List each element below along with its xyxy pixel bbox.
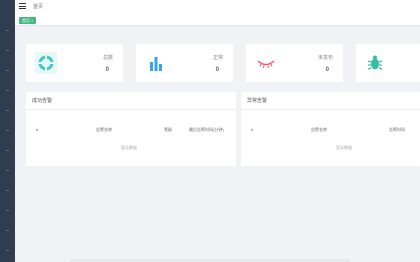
sidebar-item[interactable] — [6, 110, 9, 111]
tags-view: 首页 × — [15, 14, 420, 26]
column-last-alarm-time: 最后告警时间(分钟) — [189, 127, 224, 132]
stat-card-normal[interactable]: 正常 0 — [136, 44, 233, 82]
stat-label: 未发布 — [317, 55, 333, 61]
sidebar-item[interactable] — [6, 230, 9, 231]
stat-card-bugs[interactable] — [356, 44, 420, 82]
breadcrumb[interactable]: 首页 — [33, 3, 43, 10]
bug-icon — [367, 55, 383, 70]
stat-label: 正常 — [212, 55, 223, 61]
stat-label: 总数 — [102, 55, 113, 61]
column-level: 等级 — [164, 127, 172, 132]
stat-value: 0 — [215, 67, 219, 73]
sidebar-item[interactable] — [6, 190, 9, 191]
sidebar-item[interactable] — [6, 210, 9, 211]
bar-chart-icon — [150, 57, 162, 71]
column-index: # — [251, 127, 254, 132]
sidebar-item[interactable] — [6, 250, 9, 251]
sidebar-item[interactable] — [6, 70, 9, 71]
tag-home[interactable]: 首页 × — [19, 17, 37, 24]
stat-value: 0 — [325, 67, 329, 73]
empty-text: 暂无数据 — [121, 145, 137, 150]
eye-closed-icon — [257, 60, 275, 69]
hamburger-icon[interactable] — [19, 3, 26, 9]
sidebar — [0, 0, 15, 262]
sidebar-item[interactable] — [6, 90, 9, 91]
panel-title: 成功告警 — [26, 92, 236, 110]
navbar: 首页 — [15, 0, 420, 14]
column-alarm-time: 告警时间 — [389, 127, 405, 132]
stat-value: 0 — [105, 67, 109, 73]
column-alarm-name: 告警名称 — [96, 127, 112, 132]
sidebar-item[interactable] — [6, 30, 9, 31]
pinwheel-icon — [35, 52, 57, 74]
empty-text: 暂无数据 — [336, 145, 352, 150]
stat-card-total[interactable]: 总数 0 — [26, 44, 123, 82]
panel-title: 异常告警 — [241, 92, 420, 110]
sidebar-item[interactable] — [6, 150, 9, 151]
column-alarm-name: 告警名称 — [311, 127, 327, 132]
stat-card-unpublished[interactable]: 未发布 0 — [246, 44, 343, 82]
sidebar-item[interactable] — [6, 130, 9, 131]
sidebar-item[interactable] — [6, 170, 9, 171]
sidebar-item[interactable] — [6, 50, 9, 51]
column-index: # — [36, 127, 39, 132]
